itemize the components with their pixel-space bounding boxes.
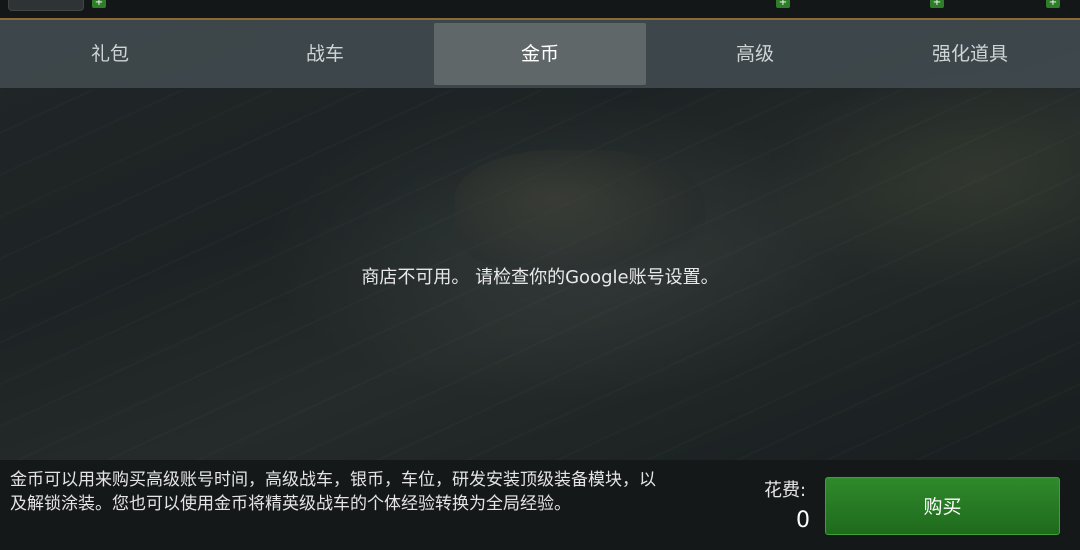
- bottom-panel: 金币可以用来购买高级账号时间，高级战车，银币，车位，研发安装顶级装备模块，以及解…: [0, 460, 1080, 550]
- gold-add-button[interactable]: +: [776, 0, 790, 12]
- buy-button[interactable]: 购买: [825, 477, 1060, 535]
- tab-vehicles[interactable]: 战车: [219, 23, 431, 85]
- gold-description: 金币可以用来购买高级账号时间，高级战车，银币，车位，研发安装顶级装备模块，以及解…: [10, 470, 656, 514]
- plus-icon: +: [776, 0, 790, 8]
- shop-tab-bar: 礼包 战车 金币 高级 强化道具: [0, 20, 1080, 88]
- store-unavailable-message: 商店不可用。 请检查你的Google账号设置。: [361, 267, 719, 288]
- top-status-bar: + + + +: [0, 0, 1080, 20]
- silver-add-button[interactable]: +: [930, 0, 944, 12]
- premium-account-link[interactable]: +: [92, 0, 106, 12]
- top-left-button[interactable]: [8, 0, 84, 11]
- plus-icon: +: [930, 0, 944, 8]
- plus-icon: +: [1046, 0, 1060, 8]
- xp-add-button[interactable]: +: [1046, 0, 1060, 12]
- tab-boosters[interactable]: 强化道具: [864, 23, 1076, 85]
- cost-value: 0: [796, 508, 810, 533]
- tab-premium[interactable]: 高级: [649, 23, 861, 85]
- cost-label: 花费:: [764, 480, 807, 501]
- tab-bundles[interactable]: 礼包: [4, 23, 216, 85]
- tab-gold[interactable]: 金币: [434, 23, 646, 85]
- plus-icon: +: [92, 0, 106, 8]
